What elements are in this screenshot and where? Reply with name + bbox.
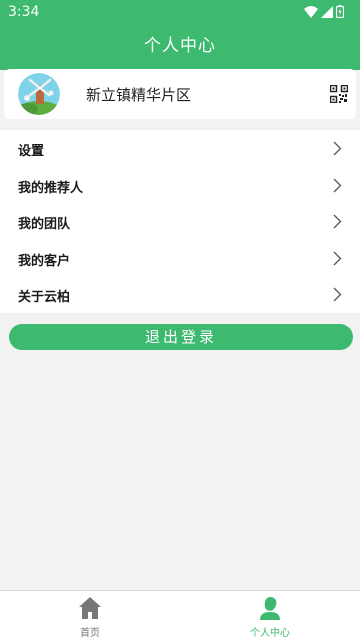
signal-icon [321, 5, 333, 18]
person-icon [260, 597, 280, 620]
home-icon [79, 597, 101, 619]
menu-item-label: 关于云柏 [18, 290, 71, 306]
logout-button[interactable]: 退出登录 [9, 324, 353, 350]
tab-label: 个人中心 [250, 628, 290, 639]
wifi-icon [304, 5, 318, 18]
header-bar: 个人中心 [0, 24, 360, 70]
status-time: 3:34 [8, 4, 40, 20]
battery-icon [336, 5, 344, 18]
chevron-right-icon [333, 178, 342, 193]
profile-name: 新立镇精华片区 [86, 86, 192, 104]
tab-profile[interactable]: 个人中心 [180, 591, 360, 641]
status-bar: 3:34 [0, 0, 360, 24]
chevron-right-icon [333, 287, 342, 302]
menu-item-label: 设置 [18, 144, 45, 159]
menu-item-label: 我的团队 [18, 217, 71, 233]
menu-item-label: 我的推荐人 [18, 180, 84, 196]
menu-item-about[interactable]: 关于云柏 [0, 276, 360, 313]
menu-item-my-customers[interactable]: 我的客户 [0, 240, 360, 277]
page-title: 个人中心 [144, 36, 216, 56]
menu-item-my-team[interactable]: 我的团队 [0, 203, 360, 240]
bottom-tab-bar: 首页 个人中心 [0, 590, 360, 641]
menu-item-my-referrer[interactable]: 我的推荐人 [0, 167, 360, 204]
tab-home[interactable]: 首页 [0, 591, 180, 641]
settings-menu: 设置 我的推荐人 我的团队 我的客户 关于云柏 [0, 130, 360, 313]
windmill-avatar-icon [18, 73, 60, 115]
status-icons [304, 5, 344, 18]
avatar [18, 73, 60, 115]
profile-card[interactable]: 新立镇精华片区 [4, 69, 356, 119]
tab-label: 首页 [80, 628, 100, 639]
chevron-right-icon [333, 251, 342, 266]
chevron-right-icon [333, 141, 342, 156]
qr-code-icon[interactable] [329, 84, 349, 107]
chevron-right-icon [333, 214, 342, 229]
menu-item-settings[interactable]: 设置 [0, 130, 360, 167]
menu-item-label: 我的客户 [18, 253, 71, 269]
